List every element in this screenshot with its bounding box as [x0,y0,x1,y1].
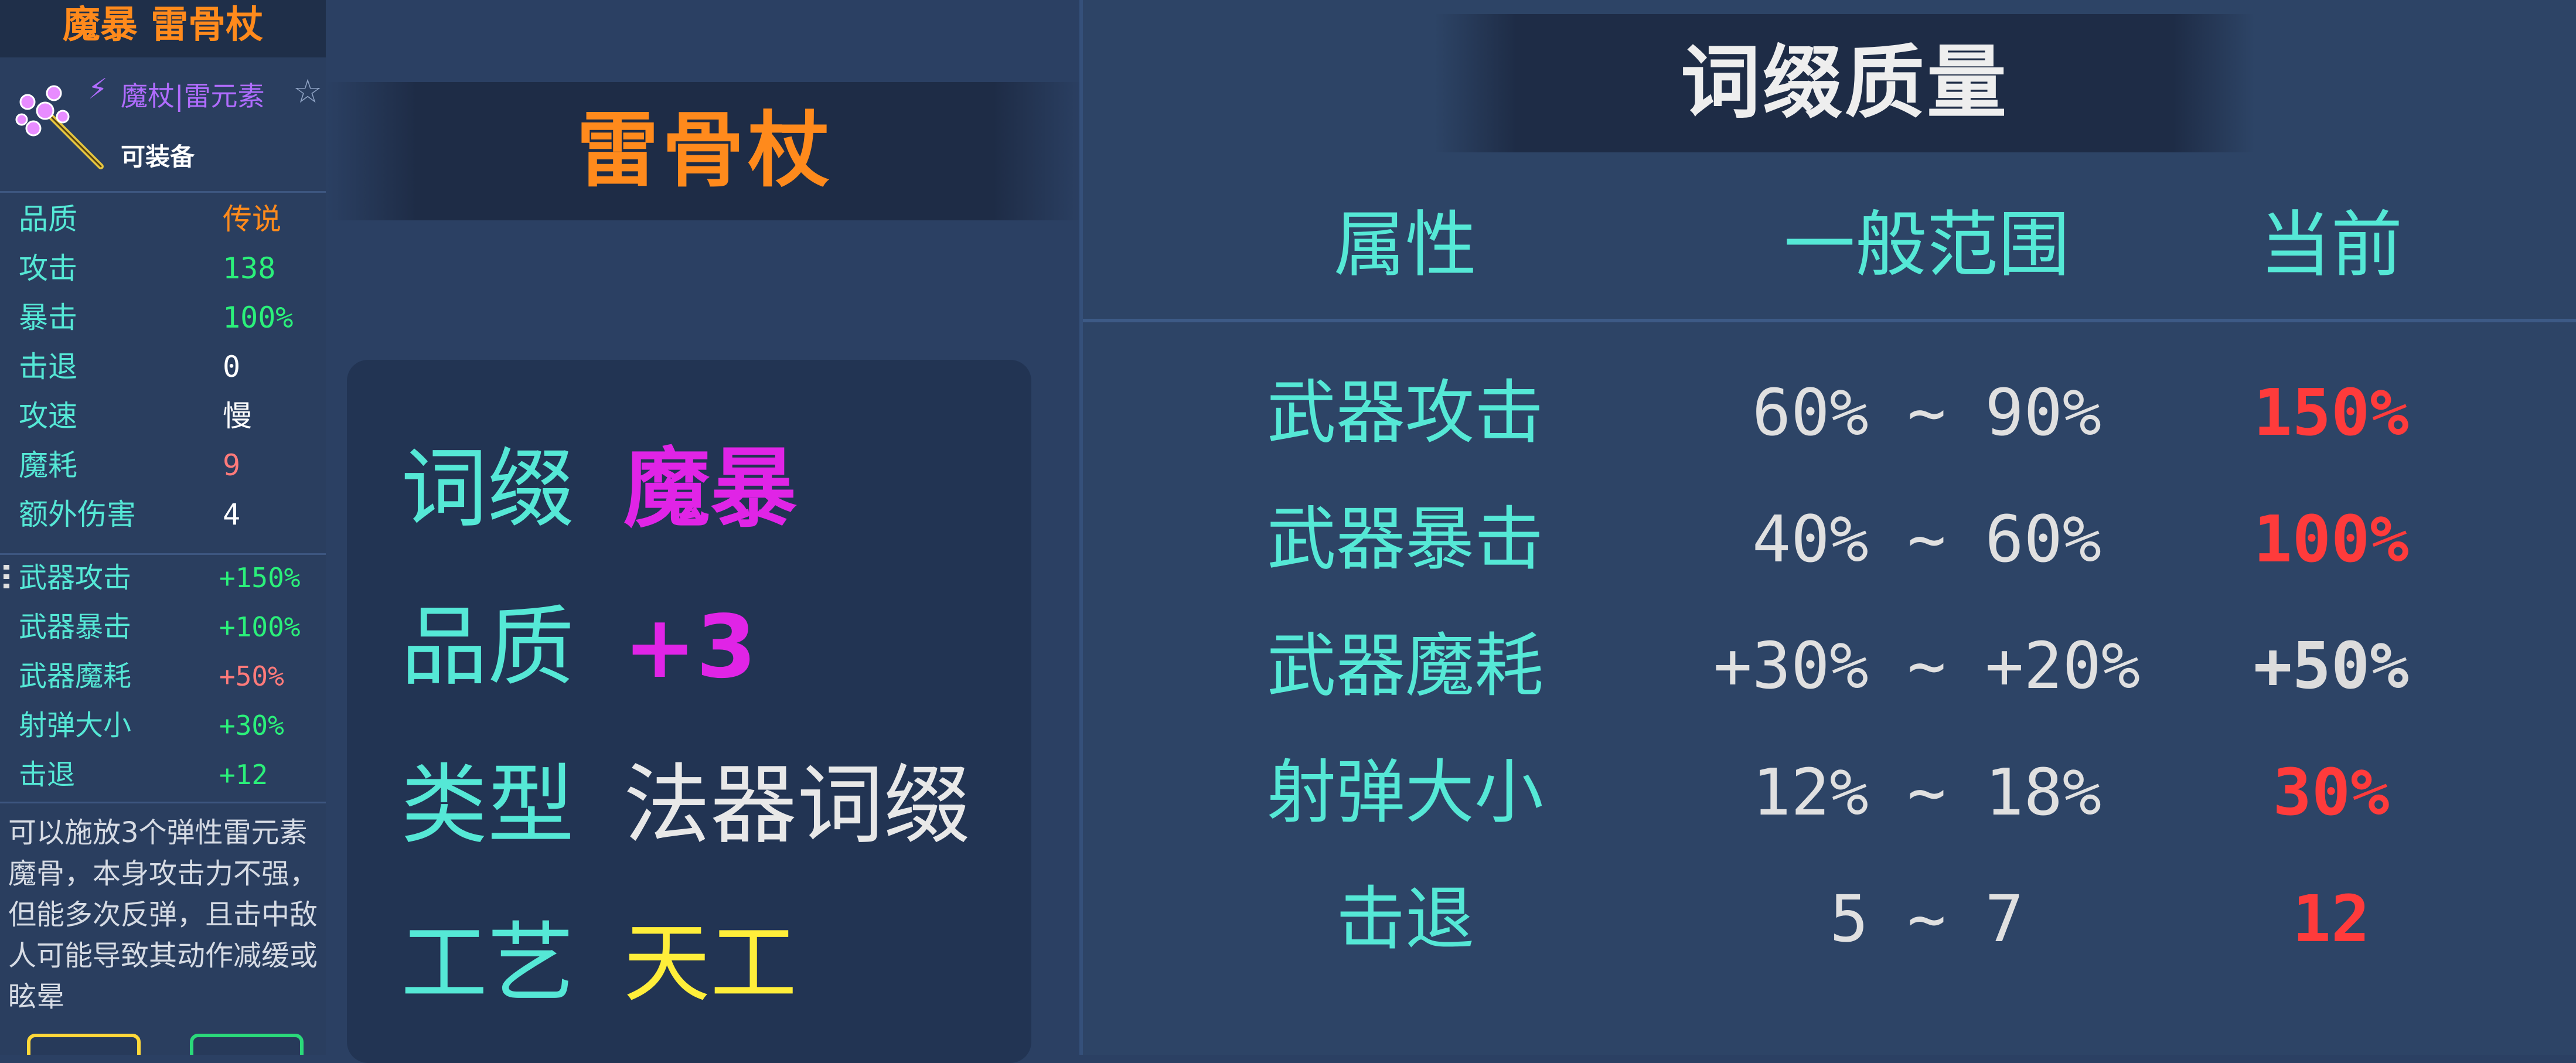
row-range: 12% ~ 18% [1752,755,2102,830]
stat-label: 额外伤害 [19,498,136,532]
affix-label: 武器攻击 [19,561,132,594]
stat-value: 0 [223,350,241,384]
stat-row: 暴击 100% [19,293,323,342]
info-key: 品质 [401,597,574,697]
affix-label: 击退 [19,758,76,791]
affix-value: +30% [219,710,284,741]
info-row-type: 类型 法器词缀 [401,747,970,864]
affix-value: +50% [219,660,284,692]
equippable-label: 可装备 [121,142,195,171]
affix-row: 击退 +12 [19,750,323,799]
info-key: 工艺 [401,913,574,1014]
weapon-name: 雷骨杖 [576,103,833,199]
info-value: 魔暴 [623,438,797,539]
stat-row: 魔耗 9 [19,441,323,490]
stat-label: 暴击 [19,301,77,335]
row-range: +30% ~ +20% [1713,628,2141,703]
item-type-label: 魔杖|雷元素 [121,80,265,112]
quality-row: 武器攻击 60% ~ 90% 150% [1083,354,2576,471]
info-value: 法器词缀 [623,755,970,856]
affix-row: 射弹大小 +30% [19,701,323,750]
stat-row: 击退 0 [19,342,323,391]
quality-title: 词缀质量 [1681,37,2009,130]
info-row-craft: 工艺 天工 [401,905,797,1022]
affix-value: +100% [219,611,301,643]
row-attribute: 武器魔耗 [1266,625,1543,706]
info-key: 词缀 [401,438,574,539]
affix-value: +150% [219,562,301,594]
row-range: 60% ~ 90% [1752,375,2102,450]
affix-row: 武器魔耗 +50% [19,652,323,701]
header-divider [1083,319,2576,322]
star-icon[interactable]: ☆ [293,73,322,111]
quality-row: 武器魔耗 +30% ~ +20% +50% [1083,607,2576,724]
stat-label: 攻速 [19,399,77,433]
stat-label: 魔耗 [19,448,77,482]
affix-row: 武器暴击 +100% [19,602,323,652]
info-row-quality: 品质 +3 [401,588,757,706]
action-button-green[interactable] [190,1034,304,1055]
action-button-yellow[interactable] [27,1034,141,1055]
quality-row: 武器暴击 40% ~ 60% 100% [1083,481,2576,598]
row-current: 30% [2272,755,2390,830]
info-row-affix: 词缀 魔暴 [401,430,797,547]
affix-value: +12 [219,759,268,791]
stat-row: 额外伤害 4 [19,490,323,539]
weapon-name-banner: 雷骨杖 [326,82,1084,220]
row-current: 12 [2292,881,2370,956]
affix-label: 武器魔耗 [19,660,132,693]
quality-row: 击退 5 ~ 7 12 [1083,860,2576,977]
row-current: 100% [2253,502,2409,577]
item-title: 魔暴 雷骨杖 [0,0,326,57]
row-attribute: 武器攻击 [1266,372,1543,453]
stat-label: 品质 [19,202,77,236]
row-attribute: 武器暴击 [1266,499,1543,580]
stat-value: 100% [223,301,294,335]
quality-title-banner: 词缀质量 [1434,14,2255,152]
affix-quality-panel: 词缀质量 属性 一般范围 当前 武器攻击 60% ~ 90% 150% 武器暴击 40%… [1083,0,2576,1055]
info-value: 天工 [623,913,797,1014]
stat-label: 攻击 [19,251,77,285]
item-description: 可以施放3个弹性雷元素魔骨，本身攻击力不强，但能多次反弹，且击中敌人可能导致其动… [8,816,318,1013]
stat-value: 传说 [223,202,281,236]
row-attribute: 射弹大小 [1266,752,1543,833]
stat-value: 9 [223,448,241,482]
lightning-icon: ⚡ [88,73,108,105]
row-range: 40% ~ 60% [1752,502,2102,577]
stat-value: 138 [223,251,276,285]
info-value: +3 [623,597,757,697]
stat-row: 攻击 138 [19,244,323,293]
stat-row: 攻速 慢 [19,391,323,441]
info-key: 类型 [401,755,574,856]
drag-handle-icon[interactable] [4,565,9,591]
stat-value: 慢 [223,399,252,433]
quality-row: 射弹大小 12% ~ 18% 30% [1083,734,2576,851]
affix-label: 武器暴击 [19,611,132,643]
row-current: 150% [2253,375,2409,450]
stat-label: 击退 [19,350,77,384]
item-detail-panel: 魔暴 雷骨杖 ⚡ 魔杖|雷元素 ☆ 可装备 品质 传说攻击 138 暴击 100% 击退 0… [0,0,326,1055]
divider [0,191,326,193]
affix-info-box: 词缀 魔暴 品质 +3 类型 法器词缀 工艺 天工 [347,360,1031,1063]
stat-row: 品质 传说 [19,195,323,244]
stat-value: 4 [223,498,241,532]
divider [0,802,326,803]
row-current: +50% [2253,628,2409,703]
header-attribute: 属性 [1334,203,1477,287]
header-current: 当前 [2260,203,2403,287]
header-range: 一般范围 [1784,203,2070,287]
affix-row: 武器攻击 +150% [19,553,323,602]
row-attribute: 击退 [1335,878,1474,959]
affix-label: 射弹大小 [19,709,132,742]
row-range: 5 ~ 7 [1829,881,2024,956]
